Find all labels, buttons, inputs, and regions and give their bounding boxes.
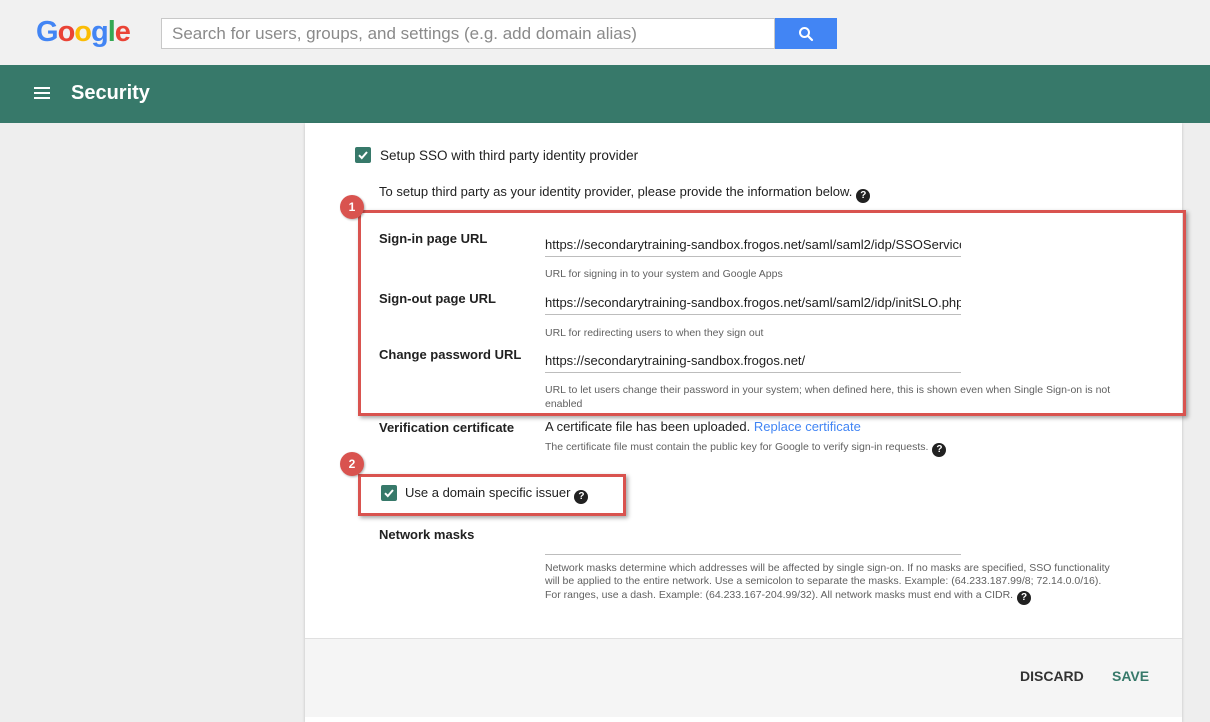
help-icon[interactable]: ? (932, 442, 947, 457)
card-footer: DISCARD SAVE (305, 638, 1182, 717)
setup-sso-label: Setup SSO with third party identity prov… (380, 148, 639, 163)
google-logo[interactable]: Google (36, 16, 131, 49)
page-header: Security (0, 65, 1210, 123)
top-bar: Google (0, 0, 1210, 65)
logo-letter: l (107, 16, 116, 48)
sso-intro-text: To setup third party as your identity pr… (379, 184, 853, 199)
search-button[interactable] (775, 18, 837, 49)
save-button[interactable]: SAVE (1112, 668, 1149, 684)
logo-letter: o (57, 16, 76, 48)
network-masks-hint-line2: will be applied to the entire network. U… (545, 575, 1102, 587)
discard-button[interactable]: DISCARD (1020, 668, 1084, 684)
annotation-badge-2: 2 (340, 452, 364, 476)
help-icon[interactable]: ? (856, 188, 871, 203)
search-icon (799, 26, 814, 41)
annotation-box-2 (358, 474, 626, 516)
network-masks-input[interactable] (545, 525, 961, 555)
setup-sso-checkbox[interactable] (355, 147, 371, 163)
network-masks-hint-line3: For ranges, use a dash. Example: (64.233… (545, 589, 1032, 605)
network-masks-hint-line3-text: For ranges, use a dash. Example: (64.233… (545, 589, 1014, 601)
verification-certificate-label: Verification certificate (379, 420, 515, 435)
logo-letter: o (74, 16, 92, 48)
annotation-badge-1: 1 (340, 195, 364, 219)
page-title: Security (71, 82, 150, 104)
network-masks-hint-line1: Network masks determine which addresses … (545, 562, 1110, 574)
certificate-status: A certificate file has been uploaded. Re… (545, 419, 861, 434)
search-input[interactable] (161, 18, 775, 49)
check-icon (358, 151, 368, 160)
sso-intro: To setup third party as your identity pr… (379, 184, 871, 203)
logo-letter: e (114, 16, 131, 48)
certificate-hint-text: The certificate file must contain the pu… (545, 441, 929, 453)
logo-letter: G (36, 16, 59, 48)
logo-letter: g (91, 16, 109, 48)
annotation-box-1 (358, 210, 1186, 416)
help-icon[interactable]: ? (1017, 590, 1032, 605)
certificate-status-text: A certificate file has been uploaded. (545, 419, 751, 434)
certificate-hint: The certificate file must contain the pu… (545, 441, 947, 457)
network-masks-label: Network masks (379, 527, 475, 542)
replace-certificate-link[interactable]: Replace certificate (754, 419, 861, 434)
hamburger-menu-icon[interactable] (34, 86, 50, 100)
